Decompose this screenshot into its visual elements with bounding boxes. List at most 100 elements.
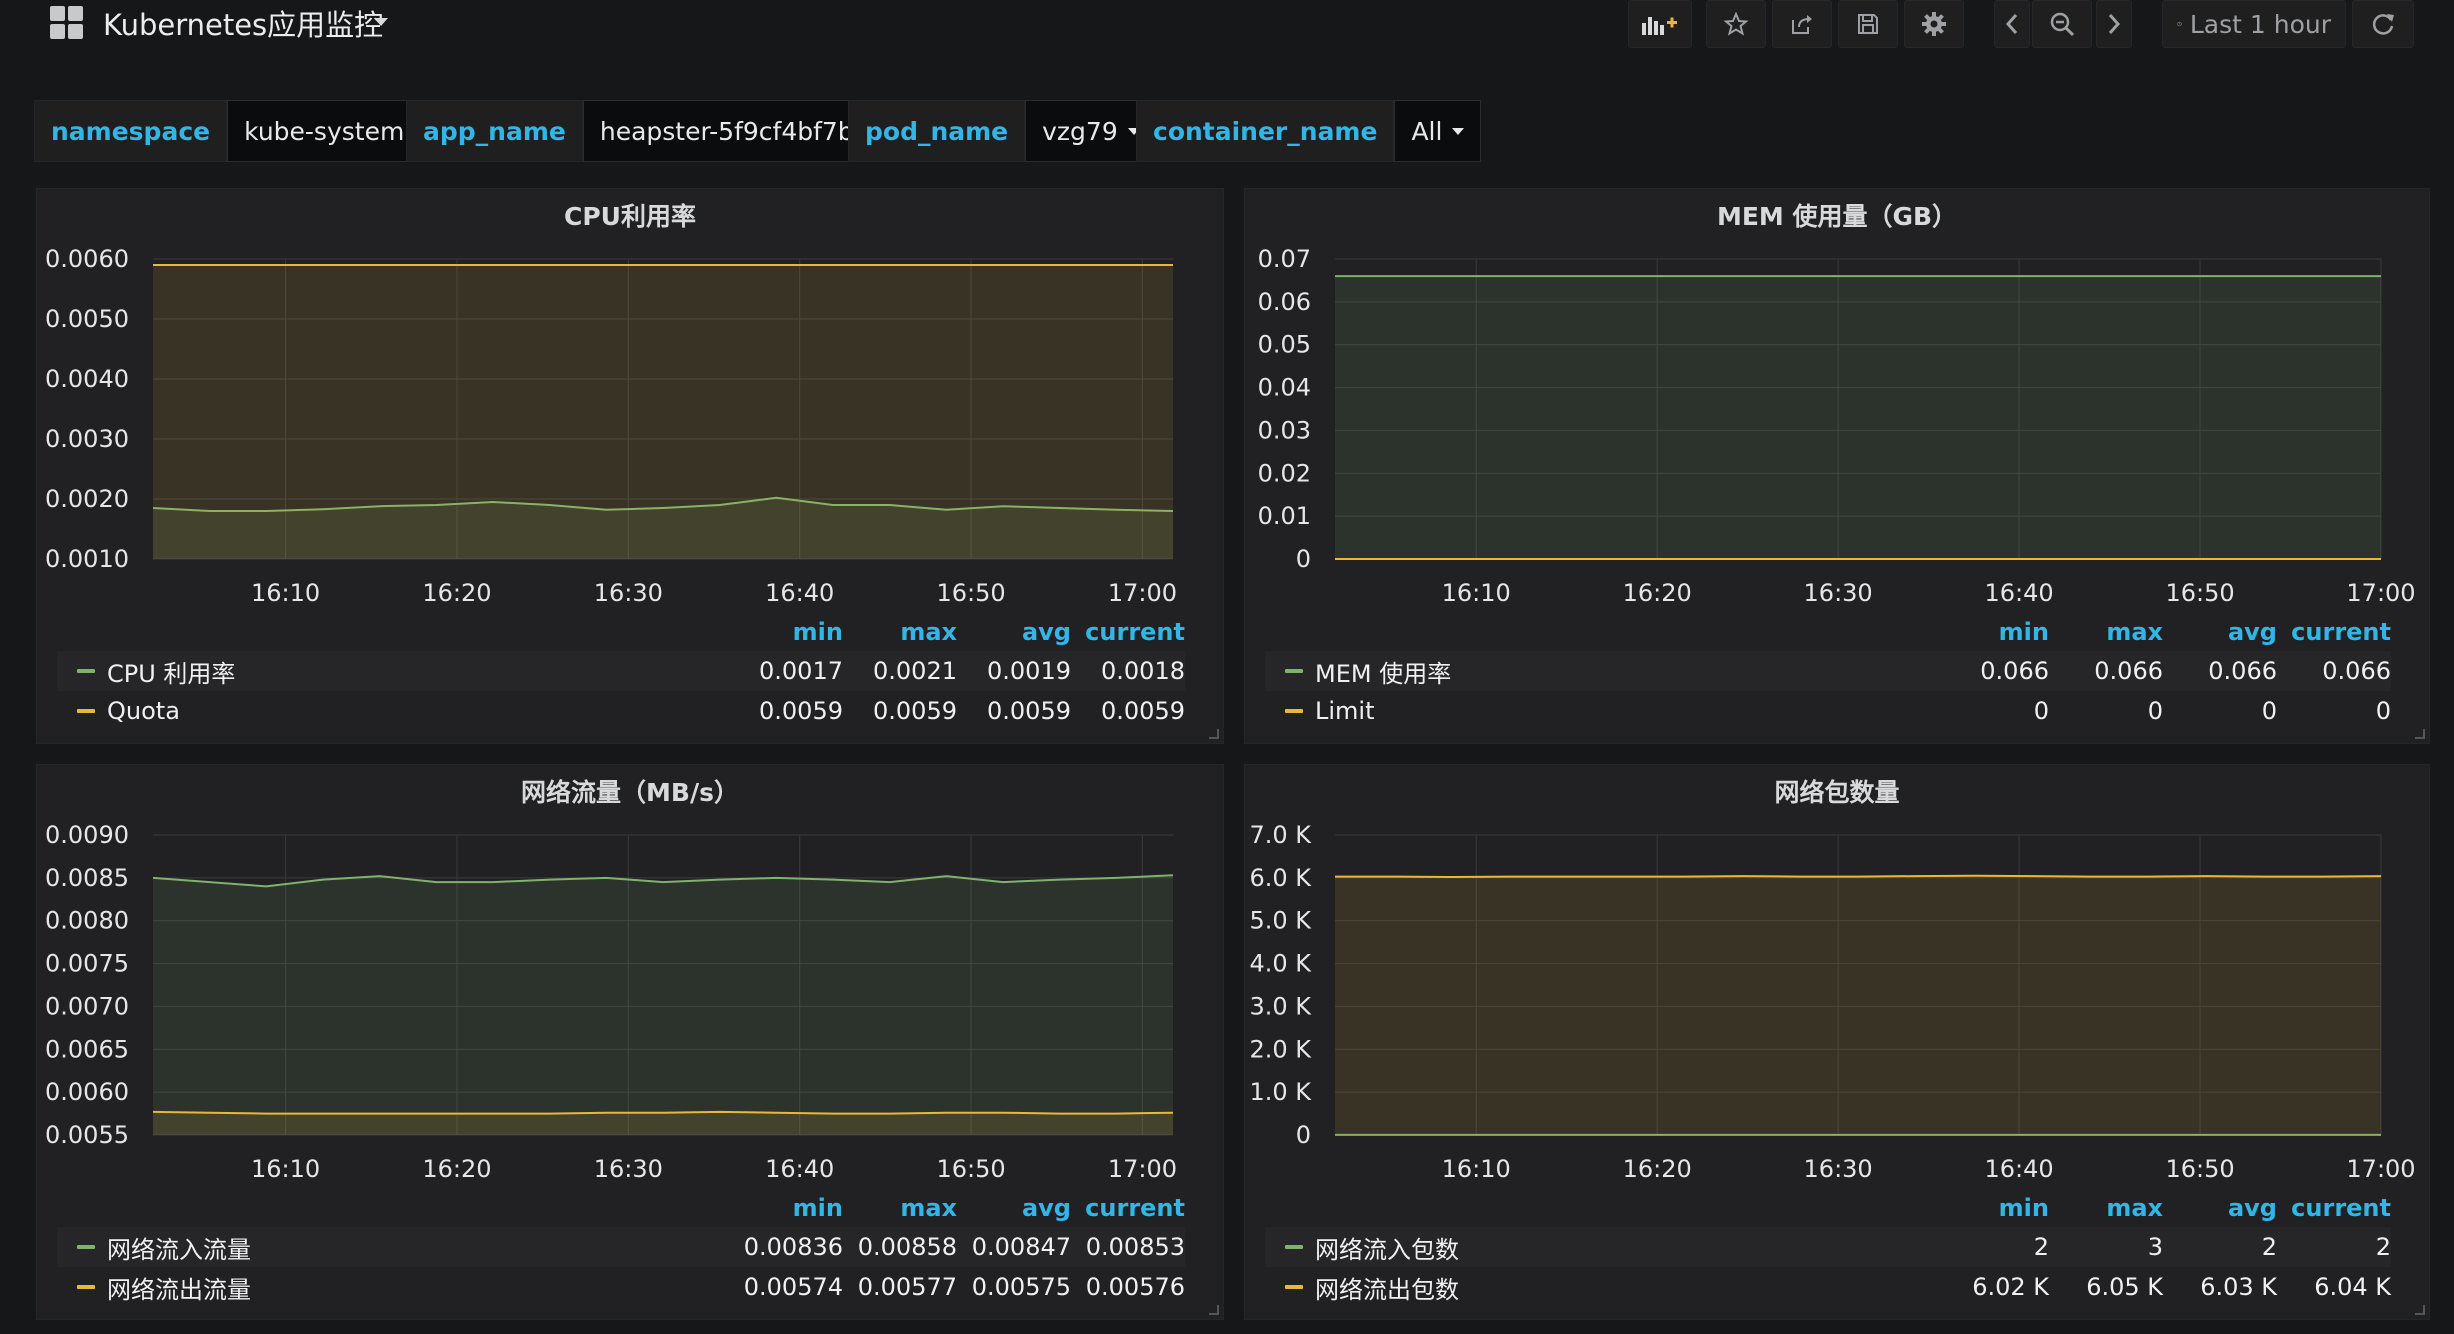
y-tick-label: 4.0 K bbox=[1249, 950, 1312, 978]
legend-header-avg[interactable]: avg bbox=[2163, 1194, 2277, 1222]
legend-current: 0.0018 bbox=[1101, 657, 1185, 685]
container-name-select[interactable]: All bbox=[1394, 100, 1482, 162]
legend-header-max[interactable]: max bbox=[843, 618, 957, 646]
series-name: Limit bbox=[1315, 697, 1375, 725]
legend-header-avg[interactable]: avg bbox=[957, 618, 1071, 646]
settings-button[interactable] bbox=[1904, 0, 1964, 48]
series-color-swatch[interactable] bbox=[1285, 1285, 1303, 1289]
legend-current: 0.00853 bbox=[1085, 1233, 1185, 1261]
x-tick-label: 16:50 bbox=[936, 579, 1005, 607]
y-tick-label: 0.0085 bbox=[45, 864, 129, 892]
star-button[interactable] bbox=[1706, 0, 1766, 48]
share-button[interactable] bbox=[1772, 0, 1832, 48]
legend-row: 网络流出流量 0.00574 0.00577 0.00575 0.00576 bbox=[57, 1267, 1185, 1307]
dashboard-grid-icon[interactable] bbox=[50, 6, 84, 40]
legend-header-current[interactable]: current bbox=[2277, 1194, 2391, 1222]
legend-max: 0.066 bbox=[2094, 657, 2163, 685]
legend-min: 0 bbox=[2033, 697, 2049, 725]
legend-min: 2 bbox=[2033, 1233, 2049, 1261]
panel-resize-handle[interactable] bbox=[2415, 1305, 2425, 1315]
variable-namespace: namespace kube-system bbox=[34, 100, 444, 162]
series-color-swatch[interactable] bbox=[77, 669, 95, 673]
y-tick-label: 0.04 bbox=[1258, 374, 1311, 402]
y-tick-label: 3.0 K bbox=[1249, 992, 1312, 1020]
series-color-swatch[interactable] bbox=[77, 709, 95, 713]
y-tick-label: 0 bbox=[1296, 1121, 1311, 1149]
time-shift-back-button[interactable] bbox=[1994, 0, 2030, 48]
save-button[interactable] bbox=[1838, 0, 1898, 48]
y-tick-label: 0.07 bbox=[1258, 245, 1311, 273]
series-color-swatch[interactable] bbox=[1285, 709, 1303, 713]
legend-header-avg[interactable]: avg bbox=[957, 1194, 1071, 1222]
legend-avg: 0 bbox=[2261, 697, 2277, 725]
y-tick-label: 0.03 bbox=[1258, 416, 1311, 444]
x-tick-label: 17:00 bbox=[2346, 1155, 2415, 1183]
legend-series[interactable]: 网络流出包数 bbox=[1265, 1270, 1935, 1305]
legend-series[interactable]: Limit bbox=[1265, 697, 1935, 725]
legend-series[interactable]: 网络流入流量 bbox=[57, 1230, 729, 1265]
y-tick-label: 0.0055 bbox=[45, 1121, 129, 1149]
panel-resize-handle[interactable] bbox=[2415, 729, 2425, 739]
legend-current: 6.04 K bbox=[2314, 1273, 2391, 1301]
add-panel-button[interactable] bbox=[1628, 0, 1692, 48]
x-tick-label: 16:20 bbox=[1623, 579, 1692, 607]
series-line[interactable] bbox=[1335, 874, 2382, 879]
series-color-swatch[interactable] bbox=[77, 1245, 95, 1249]
legend-series[interactable]: Quota bbox=[57, 697, 729, 725]
y-tick-label: 1.0 K bbox=[1249, 1078, 1312, 1106]
zoom-out-button[interactable] bbox=[2032, 0, 2092, 48]
legend-header-max[interactable]: max bbox=[2049, 1194, 2163, 1222]
variable-label: app_name bbox=[406, 100, 583, 162]
legend-header-max[interactable]: max bbox=[843, 1194, 957, 1222]
series-color-swatch[interactable] bbox=[1285, 669, 1303, 673]
y-tick-label: 0.0020 bbox=[45, 485, 129, 513]
variable-label: pod_name bbox=[848, 100, 1026, 162]
legend-header-min[interactable]: min bbox=[1935, 618, 2049, 646]
x-tick-label: 16:20 bbox=[422, 1155, 491, 1183]
refresh-button[interactable] bbox=[2352, 0, 2414, 48]
dashboard-title[interactable]: Kubernetes应用监控 bbox=[103, 2, 383, 44]
legend-series[interactable]: MEM 使用率 bbox=[1265, 654, 1935, 689]
series-name: 网络流出流量 bbox=[107, 1275, 251, 1304]
legend-header-avg[interactable]: avg bbox=[2163, 618, 2277, 646]
panel-resize-handle[interactable] bbox=[1209, 1305, 1219, 1315]
series-color-swatch[interactable] bbox=[77, 1285, 95, 1289]
x-tick-label: 16:10 bbox=[251, 1155, 320, 1183]
cpu-graph[interactable]: 0.0060 0.0050 0.0040 0.0030 0.0020 0.0010 16:1… bbox=[37, 189, 1225, 609]
series-area bbox=[153, 265, 1173, 559]
variable-container-name: container_name All bbox=[1136, 100, 1482, 162]
legend-series[interactable]: 网络流出流量 bbox=[57, 1270, 729, 1305]
network-packets-graph[interactable]: 7.0 K 6.0 K 5.0 K 4.0 K 3.0 K 2.0 K 1.0 K 0 16:1… bbox=[1245, 765, 2431, 1185]
legend-current: 0.0059 bbox=[1101, 697, 1185, 725]
legend-header-min[interactable]: min bbox=[729, 618, 843, 646]
legend-header-min[interactable]: min bbox=[729, 1194, 843, 1222]
legend-series[interactable]: CPU 利用率 bbox=[57, 654, 729, 689]
legend-series[interactable]: 网络流入包数 bbox=[1265, 1230, 1935, 1265]
legend-min: 0.00836 bbox=[743, 1233, 843, 1261]
x-tick-label: 17:00 bbox=[1108, 1155, 1177, 1183]
x-tick-label: 16:40 bbox=[1984, 1155, 2053, 1183]
legend-header-min[interactable]: min bbox=[1935, 1194, 2049, 1222]
legend-header: min max avg current bbox=[57, 613, 1185, 651]
legend-header-max[interactable]: max bbox=[2049, 618, 2163, 646]
y-tick-label: 0.0090 bbox=[45, 821, 129, 849]
legend-max: 6.05 K bbox=[2086, 1273, 2163, 1301]
legend-header-current[interactable]: current bbox=[1071, 1194, 1185, 1222]
legend-avg: 6.03 K bbox=[2200, 1273, 2277, 1301]
variable-value: vzg79 bbox=[1042, 116, 1118, 146]
network-traffic-graph[interactable]: 0.0090 0.0085 0.0080 0.0075 0.0070 0.0065 0.00… bbox=[37, 765, 1225, 1185]
series-color-swatch[interactable] bbox=[1285, 1245, 1303, 1249]
x-tick-label: 16:10 bbox=[251, 579, 320, 607]
chevron-left-icon bbox=[2005, 14, 2018, 34]
time-range-picker[interactable]: Last 1 hour bbox=[2162, 0, 2346, 48]
app-name-select[interactable]: heapster-5f9cf4bf7b bbox=[582, 100, 893, 162]
panel-resize-handle[interactable] bbox=[1209, 729, 1219, 739]
time-shift-forward-button[interactable] bbox=[2096, 0, 2132, 48]
legend-header-current[interactable]: current bbox=[1071, 618, 1185, 646]
legend-header-current[interactable]: current bbox=[2277, 618, 2391, 646]
dashboard-dropdown-caret-icon[interactable] bbox=[374, 18, 388, 26]
legend-avg: 0.0059 bbox=[987, 697, 1071, 725]
mem-graph[interactable]: 0.07 0.06 0.05 0.04 0.03 0.02 0.01 0 16:10 16:20 1… bbox=[1245, 189, 2431, 609]
clock-icon bbox=[2177, 21, 2182, 27]
legend-max: 0.0059 bbox=[873, 697, 957, 725]
